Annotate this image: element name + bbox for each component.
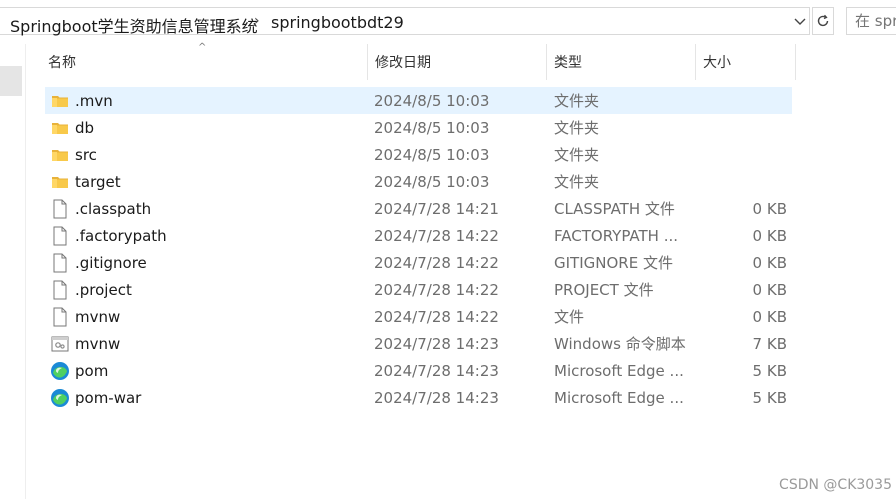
breadcrumb-project[interactable]: Springboot学生资助信息管理系统 bbox=[10, 13, 258, 37]
file-row[interactable]: pom 2024/7/28 14:23 Microsoft Edge ... 5 KB bbox=[45, 357, 792, 384]
file-row-icon bbox=[50, 141, 70, 168]
file-icon bbox=[53, 307, 67, 326]
nav-selected-item[interactable] bbox=[0, 66, 22, 96]
breadcrumb-folder[interactable]: springbootbdt29 bbox=[271, 13, 404, 32]
refresh-icon bbox=[817, 14, 829, 27]
file-type: Microsoft Edge ... bbox=[554, 389, 684, 407]
column-header-date[interactable]: 修改日期 bbox=[368, 44, 547, 80]
file-size: 5 KB bbox=[752, 362, 787, 380]
file-row[interactable]: db 2024/8/5 10:03 文件夹 bbox=[45, 114, 792, 141]
file-type: 文件夹 bbox=[554, 119, 600, 137]
file-type: 文件夹 bbox=[554, 146, 600, 164]
file-size: 5 KB bbox=[752, 389, 787, 407]
file-size: 0 KB bbox=[752, 308, 787, 326]
file-size: 0 KB bbox=[752, 254, 787, 272]
file-date: 2024/7/28 14:22 bbox=[374, 281, 499, 299]
address-bar: Springboot学生资助信息管理系统 › springbootbdt29 bbox=[0, 0, 896, 44]
file-name: .gitignore bbox=[75, 254, 147, 272]
file-row[interactable]: .project 2024/7/28 14:22 PROJECT 文件 0 KB bbox=[45, 276, 792, 303]
file-icon bbox=[53, 280, 67, 299]
refresh-button[interactable] bbox=[812, 7, 834, 35]
file-type: 文件夹 bbox=[554, 173, 600, 191]
file-date: 2024/7/28 14:23 bbox=[374, 389, 499, 407]
folder-icon bbox=[52, 122, 68, 134]
file-name: mvnw bbox=[75, 335, 121, 353]
file-size: 0 KB bbox=[752, 227, 787, 245]
file-icon bbox=[53, 199, 67, 218]
file-name: mvnw bbox=[75, 308, 121, 326]
file-date: 2024/7/28 14:21 bbox=[374, 200, 499, 218]
chevron-down-icon bbox=[794, 18, 806, 25]
navigation-pane bbox=[0, 44, 26, 499]
address-box[interactable]: Springboot学生资助信息管理系统 › springbootbdt29 bbox=[0, 7, 810, 37]
file-type: Microsoft Edge ... bbox=[554, 362, 684, 380]
file-row[interactable]: .classpath 2024/7/28 14:21 CLASSPATH 文件 0 K… bbox=[45, 195, 792, 222]
file-row[interactable]: mvnw 2024/7/28 14:23 Windows 命令脚本 7 KB bbox=[45, 330, 792, 357]
file-name: src bbox=[75, 146, 97, 164]
file-row-icon bbox=[50, 195, 70, 222]
file-row-icon bbox=[50, 276, 70, 303]
file-name: pom-war bbox=[75, 389, 142, 407]
file-icon bbox=[53, 253, 67, 272]
file-size: 0 KB bbox=[752, 200, 787, 218]
file-type: FACTORYPATH ... bbox=[554, 227, 679, 245]
file-row[interactable]: .mvn 2024/8/5 10:03 文件夹 bbox=[45, 87, 792, 114]
edge-icon bbox=[51, 388, 69, 407]
file-date: 2024/7/28 14:22 bbox=[374, 308, 499, 326]
file-name: target bbox=[75, 173, 121, 191]
file-type: 文件夹 bbox=[554, 92, 600, 110]
file-row-icon bbox=[50, 87, 70, 114]
file-date: 2024/8/5 10:03 bbox=[374, 146, 490, 164]
file-name: .factorypath bbox=[75, 227, 167, 245]
script-icon bbox=[51, 336, 69, 351]
file-date: 2024/7/28 14:22 bbox=[374, 227, 499, 245]
search-input[interactable] bbox=[847, 8, 896, 30]
file-name: db bbox=[75, 119, 95, 137]
column-header-type[interactable]: 类型 bbox=[547, 44, 696, 80]
file-row-icon bbox=[50, 357, 70, 384]
column-header-name[interactable]: 名称 bbox=[41, 44, 368, 80]
file-date: 2024/7/28 14:23 bbox=[374, 362, 499, 380]
file-date: 2024/7/28 14:23 bbox=[374, 335, 499, 353]
file-type: PROJECT 文件 bbox=[554, 281, 654, 299]
file-type: GITIGNORE 文件 bbox=[554, 254, 673, 272]
file-row-icon bbox=[50, 384, 70, 411]
file-name: .classpath bbox=[75, 200, 152, 218]
search-box[interactable] bbox=[846, 7, 896, 35]
file-row-icon bbox=[50, 249, 70, 276]
column-header-row: ^ 名称 修改日期 类型 大小 bbox=[25, 42, 896, 80]
file-row[interactable]: .gitignore 2024/7/28 14:22 GITIGNORE 文件 0 K… bbox=[45, 249, 792, 276]
file-date: 2024/7/28 14:22 bbox=[374, 254, 499, 272]
address-dropdown-button[interactable] bbox=[790, 13, 810, 31]
folder-icon bbox=[52, 176, 68, 188]
file-name: .project bbox=[75, 281, 132, 299]
file-size: 7 KB bbox=[752, 335, 787, 353]
watermark: CSDN @CK3035 bbox=[779, 477, 892, 493]
breadcrumb-separator-icon[interactable]: › bbox=[254, 13, 260, 29]
file-size: 0 KB bbox=[752, 281, 787, 299]
file-name: pom bbox=[75, 362, 109, 380]
file-row[interactable]: target 2024/8/5 10:03 文件夹 bbox=[45, 168, 792, 195]
folder-icon bbox=[52, 149, 68, 161]
file-date: 2024/8/5 10:03 bbox=[374, 119, 490, 137]
file-row[interactable]: pom-war 2024/7/28 14:23 Microsoft Edge ...… bbox=[45, 384, 792, 411]
column-header-size[interactable]: 大小 bbox=[696, 44, 796, 80]
file-row-icon bbox=[50, 222, 70, 249]
folder-icon bbox=[52, 95, 68, 107]
edge-icon bbox=[51, 361, 69, 380]
file-row-icon bbox=[50, 330, 70, 357]
file-row-icon bbox=[50, 303, 70, 330]
file-row[interactable]: .factorypath 2024/7/28 14:22 FACTORYPATH .… bbox=[45, 222, 792, 249]
file-row-icon bbox=[50, 114, 70, 141]
file-row[interactable]: mvnw 2024/7/28 14:22 文件 0 KB bbox=[45, 303, 792, 330]
file-name: .mvn bbox=[75, 92, 113, 110]
file-type: Windows 命令脚本 bbox=[554, 335, 686, 353]
file-date: 2024/8/5 10:03 bbox=[374, 173, 490, 191]
file-type: 文件 bbox=[554, 308, 585, 326]
file-row-icon bbox=[50, 168, 70, 195]
file-icon bbox=[53, 226, 67, 245]
file-row[interactable]: src 2024/8/5 10:03 文件夹 bbox=[45, 141, 792, 168]
file-type: CLASSPATH 文件 bbox=[554, 200, 675, 218]
file-date: 2024/8/5 10:03 bbox=[374, 92, 490, 110]
